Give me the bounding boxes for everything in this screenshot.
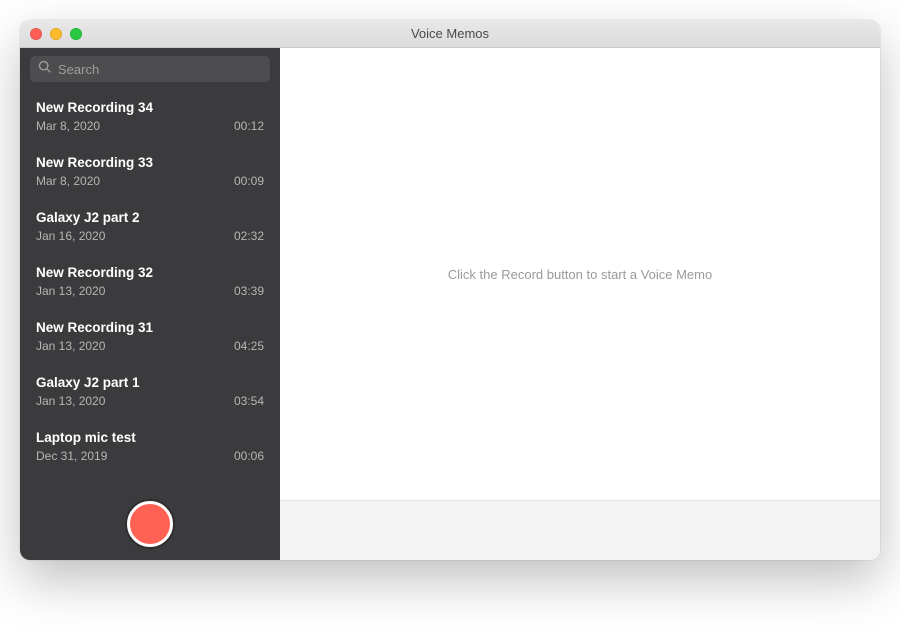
recording-duration: 02:32	[234, 229, 264, 243]
recording-title: New Recording 34	[36, 100, 264, 115]
recording-date: Dec 31, 2019	[36, 449, 107, 463]
recording-date: Jan 13, 2020	[36, 394, 105, 408]
recording-date: Mar 8, 2020	[36, 174, 100, 188]
recording-duration: 00:12	[234, 119, 264, 133]
recordings-list: New Recording 34Mar 8, 202000:12New Reco…	[20, 90, 280, 488]
recording-meta: Jan 13, 2020 03:39	[36, 284, 264, 298]
recording-meta: Mar 8, 2020 00:09	[36, 174, 264, 188]
search-field[interactable]	[30, 56, 270, 82]
recording-duration: 00:09	[234, 174, 264, 188]
empty-state-hint: Click the Record button to start a Voice…	[448, 267, 712, 282]
recording-date: Jan 13, 2020	[36, 284, 105, 298]
recording-date: Jan 16, 2020	[36, 229, 105, 243]
recording-duration: 03:54	[234, 394, 264, 408]
recording-duration: 03:39	[234, 284, 264, 298]
sidebar: New Recording 34Mar 8, 202000:12New Reco…	[20, 48, 280, 560]
record-bar	[20, 488, 280, 560]
recording-duration: 04:25	[234, 339, 264, 353]
content-main: Click the Record button to start a Voice…	[280, 48, 880, 500]
titlebar: Voice Memos	[20, 20, 880, 48]
recording-row[interactable]: Galaxy J2 part 2 Jan 16, 2020 02:32	[20, 200, 280, 255]
search-icon	[38, 60, 52, 79]
recording-title: New Recording 31	[36, 320, 264, 335]
recording-date: Mar 8, 2020	[36, 119, 100, 133]
recording-title: Galaxy J2 part 1	[36, 375, 264, 390]
recording-row[interactable]: New Recording 34 Mar 8, 2020 00:12	[20, 90, 280, 145]
recording-row[interactable]: New Recording 33 Mar 8, 2020 00:09	[20, 145, 280, 200]
recording-date: Jan 13, 2020	[36, 339, 105, 353]
close-window-button[interactable]	[30, 28, 42, 40]
recording-row[interactable]: Laptop mic test Dec 31, 2019 00:06	[20, 420, 280, 475]
recording-title: Galaxy J2 part 2	[36, 210, 264, 225]
search-container	[20, 48, 280, 90]
window-title: Voice Memos	[20, 26, 880, 41]
content-footer	[280, 500, 880, 560]
app-window: Voice Memos New Recording 34 Mar 8, 2020 0…	[20, 20, 880, 560]
zoom-window-button[interactable]	[70, 28, 82, 40]
window-body: New Recording 34Mar 8, 202000:12New Reco…	[20, 48, 880, 560]
recording-duration: 00:06	[234, 449, 264, 463]
recording-meta: Jan 13, 2020 03:54	[36, 394, 264, 408]
recording-row[interactable]: New Recording 32 Jan 13, 2020 03:39	[20, 255, 280, 310]
recording-row[interactable]: Galaxy J2 part 1 Jan 13, 2020 03:54	[20, 365, 280, 420]
search-input[interactable]	[58, 62, 262, 77]
recording-meta: Dec 31, 2019 00:06	[36, 449, 264, 463]
recording-meta: Mar 8, 2020 00:12	[36, 119, 264, 133]
record-button[interactable]	[127, 501, 173, 547]
minimize-window-button[interactable]	[50, 28, 62, 40]
recording-meta: Jan 13, 2020 04:25	[36, 339, 264, 353]
window-controls	[30, 28, 82, 40]
recording-row[interactable]: New Recording 31 Jan 13, 2020 04:25	[20, 310, 280, 365]
recording-title: New Recording 33	[36, 155, 264, 170]
recording-title: Laptop mic test	[36, 430, 264, 445]
recording-meta: Jan 16, 2020 02:32	[36, 229, 264, 243]
content-pane: Click the Record button to start a Voice…	[280, 48, 880, 560]
recording-title: New Recording 32	[36, 265, 264, 280]
